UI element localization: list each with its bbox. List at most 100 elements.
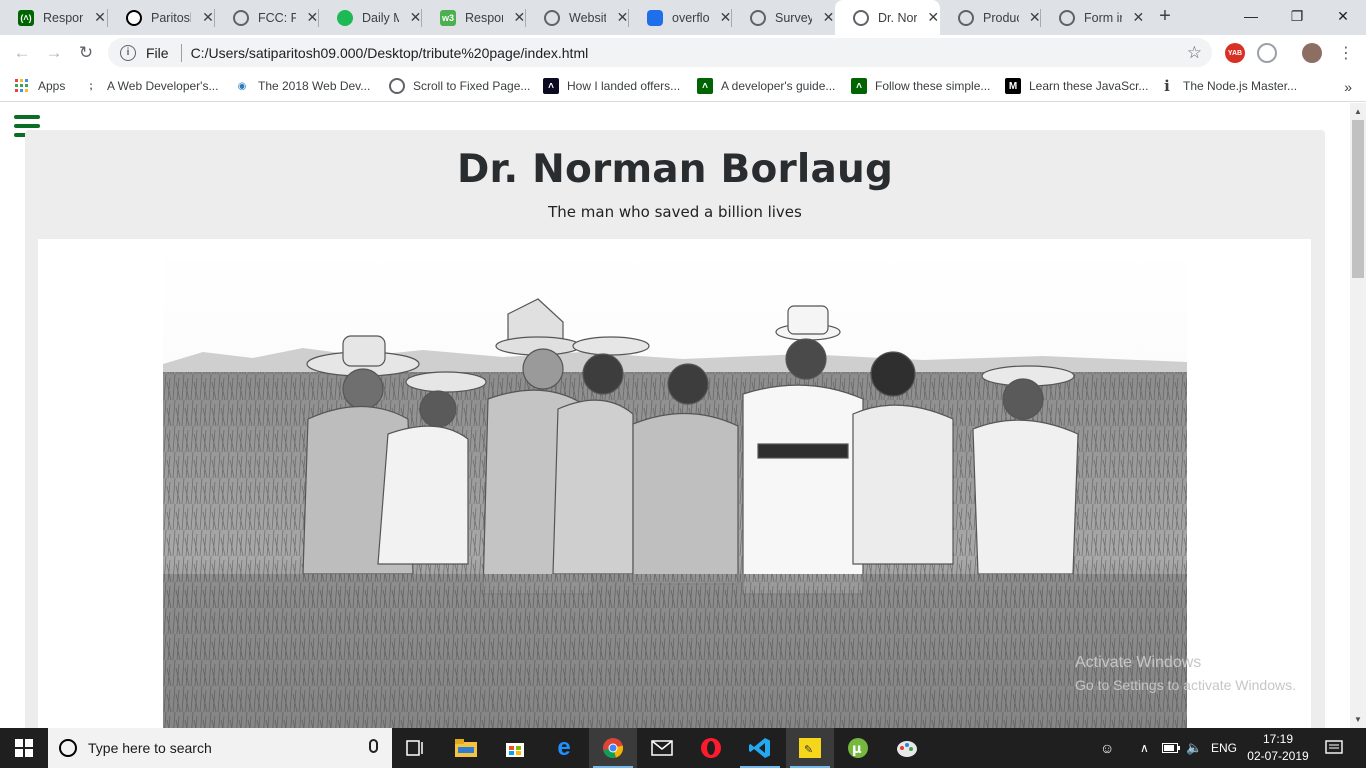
language-indicator[interactable]: ENG — [1211, 728, 1237, 768]
close-tab-icon[interactable]: ✕ — [822, 9, 835, 26]
fcc-dark-icon: ˄ — [543, 78, 559, 94]
file-explorer-icon[interactable] — [442, 728, 490, 768]
tab-title: Daily M — [362, 10, 400, 25]
vscode-icon[interactable] — [736, 728, 784, 768]
bookmark-learn-javascript[interactable]: M Learn these JavaScr... — [1005, 76, 1148, 96]
vertical-scrollbar[interactable]: ▲ ▼ — [1350, 103, 1366, 728]
close-tab-icon[interactable]: ✕ — [927, 9, 940, 26]
extension-icon[interactable] — [1257, 43, 1277, 63]
bookmark-web-developer[interactable]: ; A Web Developer's... — [83, 76, 218, 96]
battery-icon[interactable] — [1162, 728, 1180, 768]
tab-1[interactable]: (˄) Respon ✕ — [0, 0, 108, 35]
people-icon[interactable]: ☺ — [1100, 728, 1114, 768]
profile-avatar[interactable] — [1302, 43, 1322, 63]
close-tab-icon[interactable]: ✕ — [719, 9, 732, 26]
menu-kebab-icon[interactable]: ⋮ — [1334, 41, 1358, 65]
volume-icon[interactable]: 🔈 — [1186, 728, 1202, 768]
minimize-button[interactable]: — — [1228, 0, 1274, 32]
close-tab-icon[interactable]: ✕ — [513, 9, 526, 26]
bookmark-nodejs-master[interactable]: i The Node.js Master... — [1159, 76, 1297, 96]
paint-icon[interactable] — [883, 728, 931, 768]
watermark-line1: Activate Windows — [1075, 654, 1202, 671]
close-tab-icon[interactable]: ✕ — [616, 9, 629, 26]
scroll-up-icon[interactable]: ▲ — [1354, 107, 1362, 116]
address-bar[interactable]: i File C:/Users/satiparitosh09.000/Deskt… — [108, 38, 1212, 67]
tab-9-active[interactable]: Dr. Nor ✕ — [835, 0, 940, 35]
bookmark-star-icon[interactable]: ☆ — [1187, 43, 1202, 63]
sticky-app-icon[interactable]: ✎ — [786, 728, 834, 768]
close-tab-icon[interactable]: ✕ — [1029, 9, 1041, 26]
taskbar-clock[interactable]: 17:19 02-07-2019 — [1246, 731, 1310, 765]
cortana-icon — [59, 739, 77, 757]
bookmark-how-i-landed[interactable]: ˄ How I landed offers... — [543, 76, 680, 96]
bookmark-apps[interactable]: Apps — [14, 76, 65, 96]
tab-8[interactable]: Survey ✕ — [732, 0, 835, 35]
tab-title: overflow — [672, 10, 710, 25]
omnibox-divider — [180, 43, 182, 62]
close-tab-icon[interactable]: ✕ — [409, 9, 422, 26]
tab-title: FCC: Pe — [258, 10, 296, 25]
show-hidden-icons[interactable]: ∧ — [1140, 728, 1149, 768]
close-tab-icon[interactable]: ✕ — [201, 9, 215, 26]
bookmark-scroll-fixed[interactable]: Scroll to Fixed Page... — [389, 76, 530, 96]
tab-11[interactable]: Form in ✕ — [1041, 0, 1145, 35]
bookmark-2018-web-dev[interactable]: ◉ The 2018 Web Dev... — [234, 76, 371, 96]
tab-2[interactable]: Paritosh ✕ — [108, 0, 215, 35]
apps-grid-icon — [14, 78, 30, 94]
tab-title: Respon — [43, 10, 83, 25]
utorrent-icon[interactable]: µ — [834, 728, 882, 768]
url-text[interactable]: C:/Users/satiparitosh09.000/Desktop/trib… — [191, 45, 589, 61]
tab-3[interactable]: FCC: Pe ✕ — [215, 0, 319, 35]
tab-6[interactable]: Website ✕ — [526, 0, 629, 35]
globe-icon — [958, 9, 974, 26]
page-subtitle: The man who saved a billion lives — [548, 203, 802, 221]
clock-date: 02-07-2019 — [1247, 749, 1309, 763]
close-tab-icon[interactable]: ✕ — [306, 9, 319, 26]
task-view-icon[interactable] — [392, 728, 440, 768]
globe-icon — [853, 9, 869, 26]
tab-4[interactable]: Daily M ✕ — [319, 0, 422, 35]
close-tab-icon[interactable]: ✕ — [93, 9, 107, 26]
bookmark-developers-guide[interactable]: ˄ A developer's guide... — [697, 76, 835, 96]
globe-icon — [1059, 9, 1075, 26]
tab-7[interactable]: overflow ✕ — [629, 0, 732, 35]
reload-icon[interactable]: ↻ — [74, 41, 98, 65]
bookmark-follow-simple[interactable]: ˄ Follow these simple... — [851, 76, 990, 96]
scroll-down-icon[interactable]: ▼ — [1354, 715, 1362, 724]
microphone-icon[interactable] — [369, 739, 378, 753]
chrome-icon[interactable] — [589, 728, 637, 768]
maximize-button[interactable]: ❐ — [1274, 0, 1320, 32]
close-tab-icon[interactable]: ✕ — [1132, 9, 1145, 26]
mail-icon[interactable] — [638, 728, 686, 768]
tab-title: Survey — [775, 10, 813, 25]
scrollbar-thumb[interactable] — [1352, 120, 1364, 278]
yab-extension-icon[interactable]: YAB — [1225, 43, 1245, 63]
tab-10[interactable]: Produc ✕ — [940, 0, 1041, 35]
globe-icon — [389, 78, 405, 94]
store-icon[interactable] — [491, 728, 539, 768]
back-icon[interactable]: ← — [10, 41, 34, 65]
new-tab-button[interactable]: + — [1154, 5, 1176, 29]
close-window-button[interactable]: ✕ — [1320, 0, 1366, 32]
start-button[interactable] — [0, 728, 48, 768]
tab-title: Website — [569, 10, 607, 25]
svg-text:µ: µ — [852, 742, 862, 757]
windows-taskbar: Type here to search e ✎ µ ☺ ∧ 🔈 ENG 17:1… — [0, 728, 1366, 768]
tab-5[interactable]: w3 Respon ✕ — [422, 0, 526, 35]
tab-title: Produc — [983, 10, 1019, 25]
bookmark-label: Apps — [38, 79, 66, 93]
bookmark-label: The Node.js Master... — [1183, 79, 1298, 93]
site-info-icon[interactable]: i — [120, 44, 136, 61]
bookmarks-overflow-button[interactable]: » — [1344, 79, 1352, 95]
bookmark-label: The 2018 Web Dev... — [258, 79, 371, 93]
taskbar-search[interactable]: Type here to search — [48, 728, 392, 768]
opera-icon[interactable] — [687, 728, 735, 768]
action-center-icon[interactable] — [1325, 728, 1343, 768]
forward-icon[interactable]: → — [42, 41, 66, 65]
dots-icon: ; — [89, 80, 93, 92]
watermark-line2: Go to Settings to activate Windows. — [1075, 677, 1296, 693]
edge-icon[interactable]: e — [540, 728, 588, 768]
tribute-photo — [163, 244, 1187, 728]
bookmark-label: How I landed offers... — [567, 79, 681, 93]
svg-text:✎: ✎ — [804, 743, 813, 756]
